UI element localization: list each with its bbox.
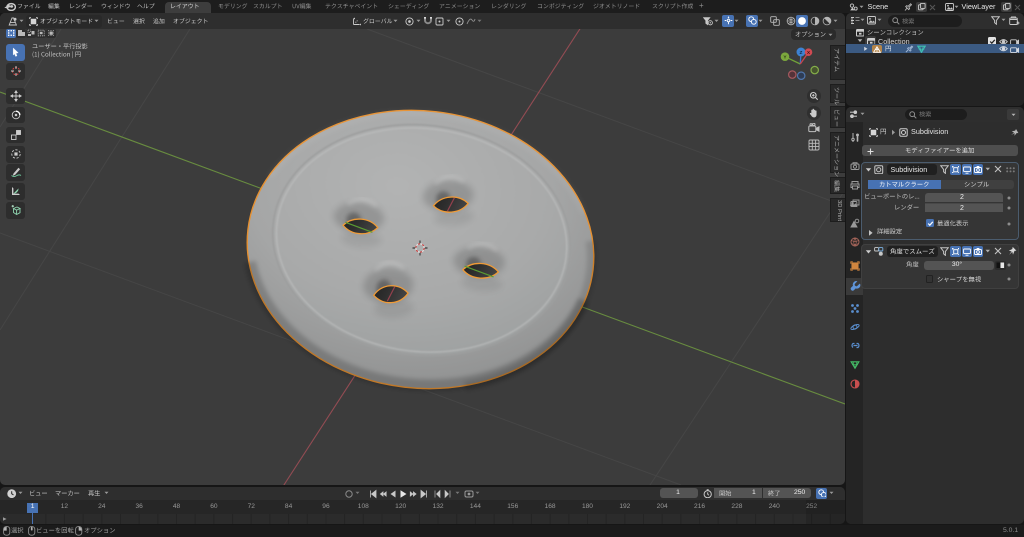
- svg-text:Z: Z: [800, 50, 803, 56]
